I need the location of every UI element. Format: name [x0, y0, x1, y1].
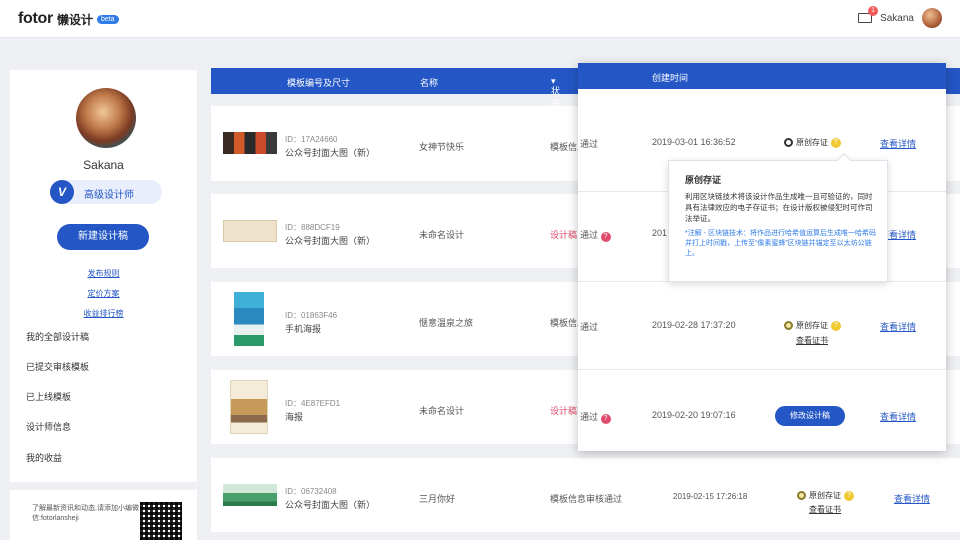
help-icon[interactable]: ?	[600, 232, 611, 242]
template-size: 公众号封面大图（新）	[285, 148, 376, 158]
template-id: ID：06732408	[285, 487, 337, 496]
tooltip-body: 利用区块链技术将该设计作品生成唯一且可验证的，同时具有法律效应的电子存证书；在设…	[685, 192, 873, 223]
original-cert: 原创存证 ?	[784, 320, 841, 331]
beta-badge: beta	[96, 14, 119, 24]
template-thumbnail[interactable]	[223, 220, 277, 242]
row-divider	[578, 369, 946, 370]
col-header-name: 名称	[420, 78, 439, 88]
template-id: ID：4E87EFD1	[285, 399, 341, 408]
review-status: 通过	[580, 322, 599, 332]
cert-label: 原创存证	[796, 321, 828, 330]
template-thumbnail[interactable]	[223, 484, 277, 506]
panel-header: 创建时间	[578, 63, 946, 89]
template-id: ID：17A24660	[285, 135, 338, 144]
top-navbar: fotor 懒设计 beta 1 Sakana	[0, 0, 960, 38]
template-name: 三月你好	[419, 494, 456, 504]
create-time: 2019-02-28 17:37:20	[652, 320, 736, 330]
template-size: 公众号封面大图（新）	[285, 500, 376, 510]
template-name: 女神节快乐	[419, 142, 465, 152]
wechat-promo-card: 了解最新资讯和动态,请添加小编微信:fotorlansheji	[10, 490, 197, 540]
view-detail-link[interactable]: 查看详情	[894, 492, 930, 505]
fotor-logo[interactable]: fotor 懒设计 beta	[18, 10, 119, 28]
template-status: 设计稿	[550, 406, 578, 416]
template-status: 模板信息审核通过	[550, 494, 623, 504]
review-status: 通过	[580, 139, 599, 149]
cert-ring-icon	[797, 491, 806, 500]
template-name: 未命名设计	[419, 230, 465, 240]
publish-rules-link[interactable]: 发布规则	[10, 268, 197, 279]
original-cert-tooltip: 原创存证 利用区块链技术将该设计作品生成唯一且可验证的，同时具有法律效应的电子存…	[668, 152, 888, 282]
create-time: 2019-02-20 19:07:16	[652, 410, 736, 420]
menu-my-earnings[interactable]: 我的收益	[26, 451, 62, 464]
template-size: 海报	[285, 412, 304, 422]
view-certificate-link[interactable]: 查看证书	[796, 335, 828, 346]
review-status: 通过 ?	[580, 228, 611, 242]
designer-level-badge: V 高级设计师	[50, 180, 162, 204]
create-time: 2019-03-01 16:36:52	[652, 137, 736, 147]
header-username[interactable]: Sakana	[880, 13, 914, 24]
template-thumbnail[interactable]	[223, 132, 277, 154]
table-row: ID：06732408 公众号封面大图（新） 三月你好 模板信息审核通过 201…	[211, 458, 960, 532]
designer-level-label: 高级设计师	[84, 190, 134, 201]
view-certificate-link[interactable]: 查看证书	[809, 504, 841, 515]
profile-name: Sakana	[83, 158, 124, 172]
menu-designer-info[interactable]: 设计师信息	[26, 420, 71, 433]
template-name: 未命名设计	[419, 406, 465, 416]
menu-all-designs[interactable]: 我的全部设计稿	[26, 330, 89, 343]
original-cert: 原创存证 ?	[784, 137, 841, 148]
help-icon[interactable]: ?	[831, 320, 841, 331]
profile-sidebar: Sakana V 高级设计师 新建设计稿 发布规则 定价方案 收益排行榜 我的全…	[10, 70, 197, 482]
cert-label: 原创存证	[809, 491, 841, 500]
earnings-ranking-link[interactable]: 收益排行榜	[10, 308, 197, 319]
logo-text: fotor	[18, 10, 53, 27]
new-design-button[interactable]: 新建设计稿	[57, 224, 149, 250]
logo-subtitle: 懒设计	[56, 12, 93, 27]
help-icon[interactable]: ?	[831, 137, 841, 148]
menu-online-templates[interactable]: 已上线模板	[26, 390, 71, 403]
view-detail-link[interactable]: 查看详情	[880, 320, 916, 333]
profile-avatar	[76, 88, 136, 148]
view-detail-link[interactable]: 查看详情	[880, 410, 916, 423]
original-cert: 原创存证 ?	[797, 490, 854, 501]
template-status: 设计稿	[550, 230, 578, 240]
tooltip-title: 原创存证	[685, 175, 722, 185]
template-size: 公众号封面大图（新）	[285, 236, 376, 246]
view-detail-link[interactable]: 查看详情	[880, 137, 916, 150]
pricing-link[interactable]: 定价方案	[10, 288, 197, 299]
template-id: ID：01863F46	[285, 311, 338, 320]
template-thumbnail[interactable]	[230, 380, 268, 434]
template-thumbnail[interactable]	[234, 292, 264, 346]
create-time: 2019-02-15 17:26:18	[673, 492, 748, 501]
template-size: 手机海报	[285, 324, 322, 334]
edit-design-button[interactable]: 修改设计稿	[775, 406, 845, 426]
menu-submitted-templates[interactable]: 已提交审核模板	[26, 360, 89, 373]
promo-text: 了解最新资讯和动态,请添加小编微信:fotorlansheji	[32, 505, 139, 522]
col-header-id: 模板编号及尺寸	[287, 78, 351, 88]
notification-badge: 1	[868, 6, 879, 16]
mail-icon[interactable]: 1	[858, 6, 879, 23]
col-header-create-time: 创建时间	[652, 73, 689, 83]
cert-label: 原创存证	[796, 138, 828, 147]
v-level-icon: V	[50, 180, 74, 204]
help-icon[interactable]: ?	[600, 414, 611, 424]
col-header-status[interactable]: 状态 ▾	[551, 76, 560, 109]
cert-ring-icon	[784, 321, 793, 330]
cert-ring-icon	[784, 138, 793, 147]
tooltip-note: *注解 - 区块链技术：将作品进行哈希值运算后生成唯一哈希码并打上时间戳，上传至…	[685, 230, 876, 257]
create-time: 201	[652, 228, 668, 238]
help-icon[interactable]: ?	[844, 490, 854, 501]
template-id: ID：888DCF19	[285, 223, 340, 232]
user-avatar[interactable]	[922, 8, 942, 28]
template-name: 惬意温泉之旅	[419, 318, 474, 328]
review-status: 通过 ?	[580, 410, 611, 424]
qr-code-icon	[140, 502, 182, 540]
